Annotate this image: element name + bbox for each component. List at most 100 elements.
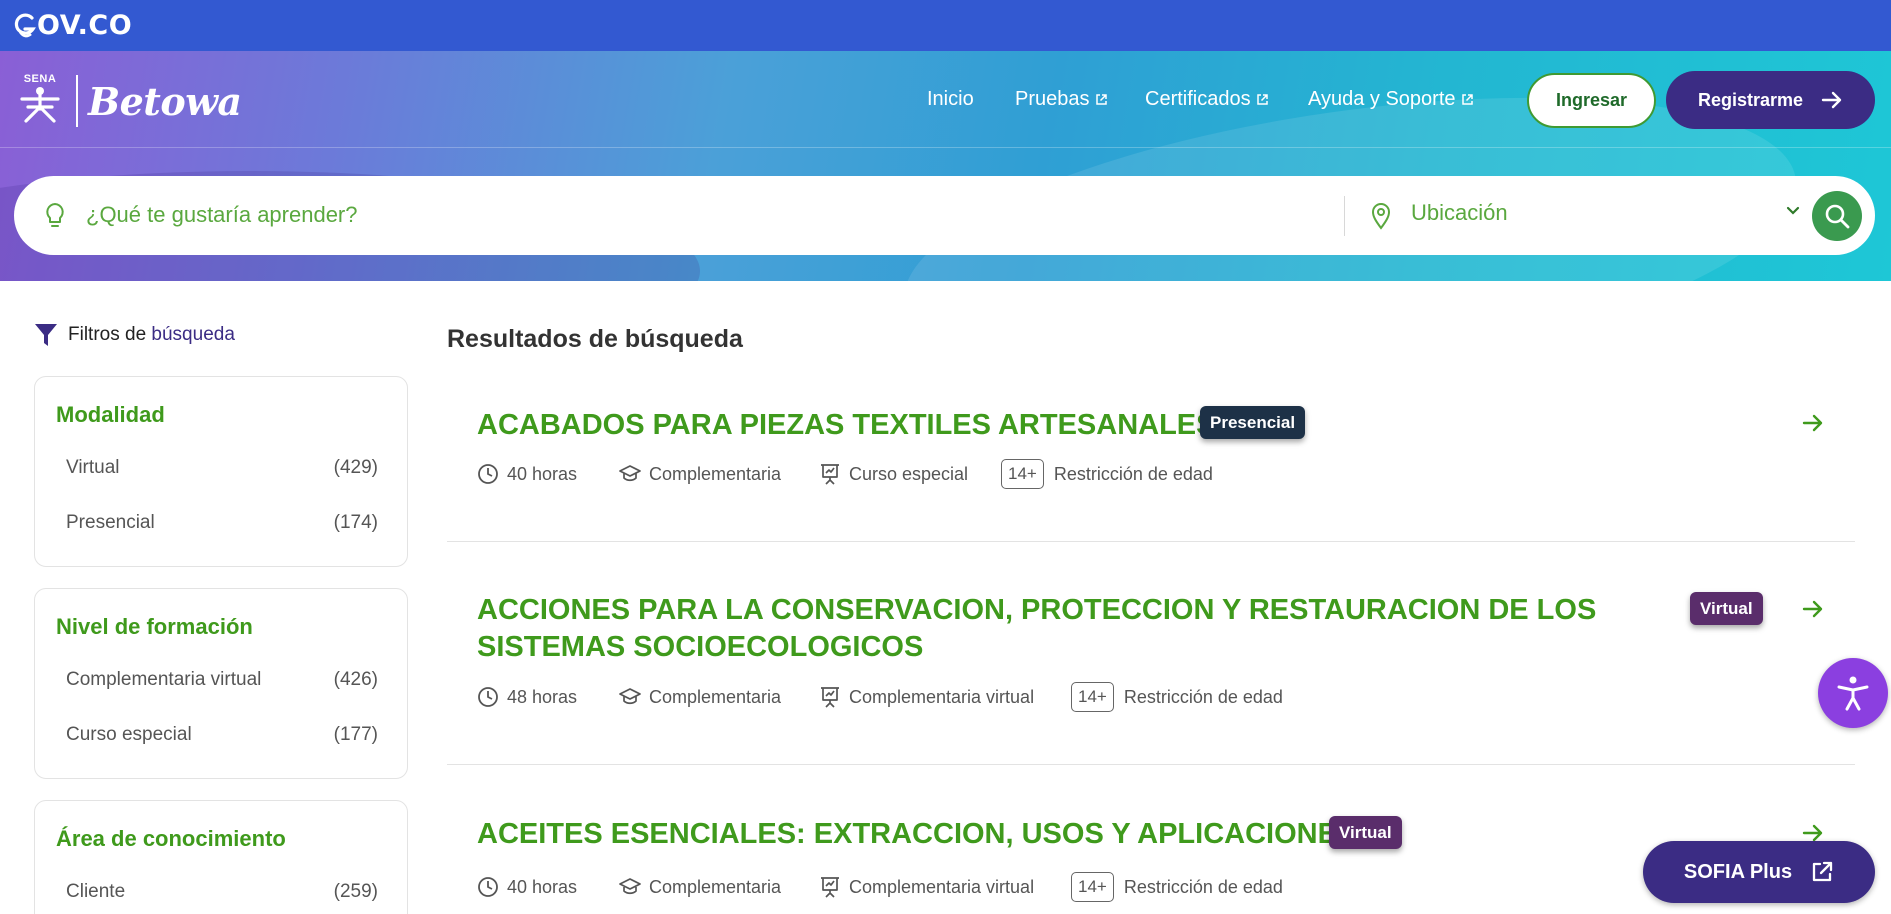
filter-option-presencial[interactable]: Presencial (174) [66,512,378,534]
register-button[interactable]: Registrarme [1666,71,1875,129]
presentation-icon [821,687,839,708]
clock-icon [478,464,498,484]
filter-option-label: Complementaria virtual [66,669,262,690]
filter-option-curso-especial[interactable]: Curso especial (177) [66,724,378,746]
age-restriction-label: Restricción de edad [1123,876,1283,897]
filter-option-virtual[interactable]: Virtual (429) [66,457,378,479]
arrow-right-icon[interactable] [1802,823,1824,843]
gov-logo-text: OV.CO [37,10,133,41]
filters-label-1: Filtros de [68,324,147,345]
nav-inicio-label: Inicio [927,88,974,110]
external-link-icon [1812,861,1833,882]
result-title-line-1: ACCIONES PARA LA CONSERVACION, PROTECCIO… [477,594,1597,626]
filter-group-modalidad: Modalidad Virtual (429) Presencial (174) [34,376,408,567]
nav-ayuda-soporte[interactable]: Ayuda y Soporte [1308,88,1474,111]
filter-option-count: (177) [333,724,378,745]
search-button[interactable] [1812,191,1862,241]
brand-logo[interactable]: SENA Betowa [16,73,242,129]
age-restriction-label: Restricción de edad [1123,686,1283,707]
filter-option-complementaria-virtual[interactable]: Complementaria virtual (426) [66,669,378,691]
gov-co-logo[interactable]: OV.CO [14,10,132,41]
sena-logo: SENA [16,73,64,129]
top-navigation: SENA Betowa Inicio Pruebas Certificados … [0,51,1891,148]
result-meta: 48 horas Complementaria Complementaria v… [477,682,1283,712]
filters-heading: Filtros de búsqueda [34,322,235,348]
nav-pruebas[interactable]: Pruebas [1015,88,1108,111]
filter-option-count: (174) [333,512,378,533]
nav-ayuda-label: Ayuda y Soporte [1308,88,1456,110]
filter-option-label: Cliente [66,881,126,902]
search-input[interactable] [86,194,1336,236]
presentation-icon [821,877,839,898]
betowa-brand-name: Betowa [88,78,242,124]
arrow-right-icon [1821,91,1842,109]
result-type: Complementaria [649,686,782,707]
sena-figure-icon [20,87,60,123]
accessibility-button[interactable] [1818,658,1888,728]
result-hours: 40 horas [507,876,578,897]
location-pin-icon [1371,203,1391,230]
arrow-right-icon[interactable] [1802,599,1824,619]
filter-group-area-conocimiento: Área de conocimiento Cliente (259) [34,800,408,914]
external-link-icon [1461,94,1473,105]
sena-logo-text: SENA [23,73,57,85]
nav-inicio[interactable]: Inicio [927,88,974,111]
clock-icon [478,687,498,707]
gov-bar: OV.CO [0,0,1891,51]
filter-option-cliente[interactable]: Cliente (259) [66,881,378,903]
result-level: Curso especial [849,463,969,484]
lightbulb-icon [46,203,64,227]
result-card[interactable]: ACABADOS PARA PIEZAS TEXTILES ARTESANALE… [447,400,1855,542]
results-title: Resultados de búsqueda [447,325,743,353]
result-hours: 40 horas [507,463,578,484]
login-button[interactable]: Ingresar [1527,73,1656,128]
filter-option-label: Presencial [66,512,155,533]
filter-option-count: (426) [333,669,378,690]
result-meta: 40 horas Complementaria Curso especial 1… [477,459,1213,489]
result-hours: 48 horas [507,686,578,707]
hero-header: SENA Betowa Inicio Pruebas Certificados … [0,51,1891,281]
result-level: Complementaria virtual [849,686,1035,707]
result-card[interactable]: ACCIONES PARA LA CONSERVACION, PROTECCIO… [447,586,1855,766]
filter-option-label: Virtual [66,457,120,478]
graduation-cap-icon [619,878,641,895]
presentation-icon [821,464,839,485]
chevron-down-icon[interactable] [1786,206,1800,216]
result-title[interactable]: ACABADOS PARA PIEZAS TEXTILES ARTESANALE… [477,407,1215,444]
filter-option-label: Curso especial [66,724,192,745]
result-type: Complementaria [649,876,782,897]
modality-badge: Virtual [1329,816,1402,849]
graduation-cap-icon [619,688,641,705]
age-badge: 14+ [1071,682,1114,712]
gov-g-icon [14,13,36,37]
filter-option-count: (259) [333,881,378,902]
accessibility-icon [1837,676,1869,711]
age-badge: 14+ [1071,872,1114,902]
result-title[interactable]: ACCIONES PARA LA CONSERVACION, PROTECCIO… [477,592,1596,666]
age-badge: 14+ [1001,459,1044,489]
filter-group-title: Área de conocimiento [56,826,286,851]
result-title[interactable]: ACEITES ESENCIALES: EXTRACCION, USOS Y A… [477,816,1356,853]
location-select[interactable]: Ubicación [1411,200,1508,226]
modality-badge: Presencial [1200,406,1306,439]
external-link-icon [1095,94,1107,105]
result-title-line-2: SISTEMAS SOCIOECOLOGICOS [477,631,924,663]
filter-group-nivel-formacion: Nivel de formación Complementaria virtua… [34,588,408,779]
filter-option-count: (429) [333,457,378,478]
external-link-icon [1256,94,1268,105]
register-button-label: Registrarme [1697,89,1804,110]
filters-label-2: búsqueda [151,324,235,345]
sofia-plus-label: SOFIA Plus [1683,860,1793,883]
modality-badge: Virtual [1690,592,1763,625]
arrow-right-icon[interactable] [1802,413,1824,433]
search-icon [1825,204,1850,229]
age-restriction-label: Restricción de edad [1053,463,1213,484]
nav-certificados-label: Certificados [1145,88,1251,110]
result-meta: 40 horas Complementaria Complementaria v… [477,872,1283,902]
search-bar: Ubicación [14,176,1875,255]
sofia-plus-button[interactable]: SOFIA Plus [1643,841,1875,903]
filter-group-title: Modalidad [56,402,165,427]
result-type: Complementaria [649,463,782,484]
nav-certificados[interactable]: Certificados [1145,88,1269,111]
nav-pruebas-label: Pruebas [1015,88,1090,110]
